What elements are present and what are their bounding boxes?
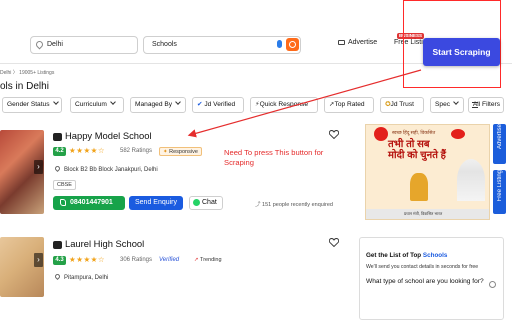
ad-portrait <box>457 159 485 201</box>
filter-spec[interactable]: Spec <box>430 97 464 113</box>
filter-label: Managed By <box>135 101 173 108</box>
filter-label: Jd Verified <box>204 101 236 108</box>
chat-bubble-icon[interactable] <box>489 281 496 288</box>
microphone-icon[interactable] <box>277 40 282 48</box>
get-list-question: What type of school are you looking for? <box>366 278 484 285</box>
megaphone-icon <box>338 39 345 45</box>
star-rating: ★★★★☆ <box>69 146 106 155</box>
filter-icon <box>472 102 478 108</box>
filter-label: Curriculum <box>75 101 107 108</box>
check-icon: ✔ <box>197 101 203 108</box>
breadcrumb[interactable]: Delhi 〉 19005+ Listings <box>0 69 54 76</box>
rating-badge: 4.3 <box>53 256 66 265</box>
location-value: Delhi <box>47 41 63 48</box>
filter-managed-by[interactable]: Managed By <box>130 97 186 113</box>
jd-verified-icon <box>53 240 62 249</box>
chat-button[interactable]: Chat <box>189 196 223 210</box>
get-list-subtitle: We'll send you contact details in second… <box>366 264 479 270</box>
ad-emblem <box>374 127 388 141</box>
get-list-title: Get the List of Top Schools <box>366 252 447 259</box>
ratings-count[interactable]: 306 Ratings <box>120 257 152 263</box>
ad-headline: तभी तो सब मोदी को चुनते हैं <box>388 139 446 161</box>
get-list-title-highlight: Schools <box>422 252 448 259</box>
chevron-down-icon <box>110 99 116 105</box>
listing-address: Block B2 Bb Block Janakpuri, Delhi <box>53 164 158 173</box>
recent-enquiries: ⤴ 151 people recently enquired <box>255 200 333 208</box>
filter-curriculum[interactable]: Curriculum <box>70 97 124 113</box>
filter-jd-verified[interactable]: ✔ Jd Verified <box>192 97 244 113</box>
trending-tag: ➚ Trending <box>191 256 225 265</box>
responsive-tag: ✦ Responsive <box>159 147 202 156</box>
ad-headline-line-1: तभी तो सब <box>388 139 430 150</box>
get-list-panel: Get the List of Top Schools We'll send y… <box>359 237 504 320</box>
filter-label: Jd Trust <box>390 101 414 108</box>
filter-quick-response[interactable]: ⚡Quick Response <box>250 97 318 113</box>
listing-title[interactable]: Laurel High School <box>53 238 144 249</box>
favorite-heart-icon[interactable] <box>329 238 339 247</box>
filter-label: Quick Response <box>259 101 309 108</box>
scraping-instruction-note: Need To press This button for Scraping <box>224 148 324 167</box>
recent-text: 151 people recently enquired <box>262 202 333 208</box>
listing-name: Happy Model School <box>65 130 152 141</box>
photo-next-arrow[interactable]: › <box>34 253 43 267</box>
chevron-down-icon <box>175 99 181 105</box>
tag-label: Responsive <box>169 149 198 155</box>
location-input[interactable]: Delhi <box>30 36 138 54</box>
filter-top-rated[interactable]: ➚Top Rated <box>324 97 374 113</box>
favorite-heart-icon[interactable] <box>329 130 339 139</box>
chevron-down-icon <box>453 99 459 105</box>
side-tab-label: Free Listing <box>496 170 503 202</box>
advertise-link[interactable]: Advertise <box>338 39 377 46</box>
chat-label: Chat <box>202 199 217 206</box>
advertise-side-tab[interactable]: Advertise <box>493 124 506 164</box>
ratings-count[interactable]: 582 Ratings <box>120 148 152 154</box>
page-title: ols in Delhi <box>0 81 49 92</box>
responsive-icon: ✦ <box>163 149 168 155</box>
send-enquiry-button[interactable]: Send Enquiry <box>129 196 183 210</box>
listing-address: Pitampura, Delhi <box>53 272 109 281</box>
listing-name: Laurel High School <box>65 238 145 249</box>
filter-jd-trust[interactable]: ✪Jd Trust <box>380 97 424 113</box>
ad-top-text: स्वच्छ हिंदू सही, विकसित <box>392 131 436 136</box>
phone-number: 08401447901 <box>70 199 113 206</box>
chevron-down-icon <box>52 99 59 105</box>
location-pin-icon <box>34 39 45 50</box>
ad-footer-text: प्रधान मंत्री, विकसित भारत <box>366 209 489 219</box>
filter-label: Top Rated <box>334 101 365 108</box>
star-rating: ★★★★☆ <box>69 255 106 264</box>
search-value: Schools <box>152 41 177 48</box>
filter-gender-status[interactable]: Gender Status <box>2 97 62 113</box>
address-text: Block B2 Bb Block Janakpuri, Delhi <box>64 167 158 173</box>
verified-label: Verified <box>159 257 180 263</box>
ad-figure <box>410 173 428 201</box>
filter-label: Spec <box>435 101 451 108</box>
search-button[interactable] <box>286 38 299 51</box>
jd-verified-icon <box>53 132 62 141</box>
get-list-title-prefix: Get the List of Top <box>366 252 422 259</box>
advertisement-banner[interactable]: स्वच्छ हिंदू सही, विकसित तभी तो सब मोदी … <box>365 124 490 220</box>
rating-badge: 4.2 <box>53 147 66 156</box>
location-pin-icon <box>53 272 62 281</box>
side-tab-label: Advertise <box>496 124 503 150</box>
address-text: Pitampura, Delhi <box>64 275 109 281</box>
trend-up-icon: ⤴ <box>255 202 261 208</box>
whatsapp-icon <box>193 199 200 206</box>
board-badge: CBSE <box>53 180 76 190</box>
filter-label: Gender Status <box>7 101 50 108</box>
call-button[interactable]: 08401447901 <box>53 196 125 210</box>
school-photo[interactable] <box>0 237 44 297</box>
trending-icon: ➚ <box>194 257 199 263</box>
all-filters-button[interactable]: All Filters <box>468 97 504 113</box>
free-listing-side-tab[interactable]: Free Listing <box>493 170 506 214</box>
advertise-label: Advertise <box>348 39 378 46</box>
phone-icon <box>60 199 66 206</box>
photo-next-arrow[interactable]: › <box>34 160 43 174</box>
ad-logo <box>451 129 465 139</box>
start-scraping-button[interactable]: Start Scraping <box>423 38 500 66</box>
tag-label: Trending <box>200 257 222 263</box>
listing-title[interactable]: Happy Model School <box>53 130 152 141</box>
location-pin-icon <box>53 164 62 173</box>
ad-headline-line-2: मोदी को चुनते हैं <box>388 150 446 161</box>
